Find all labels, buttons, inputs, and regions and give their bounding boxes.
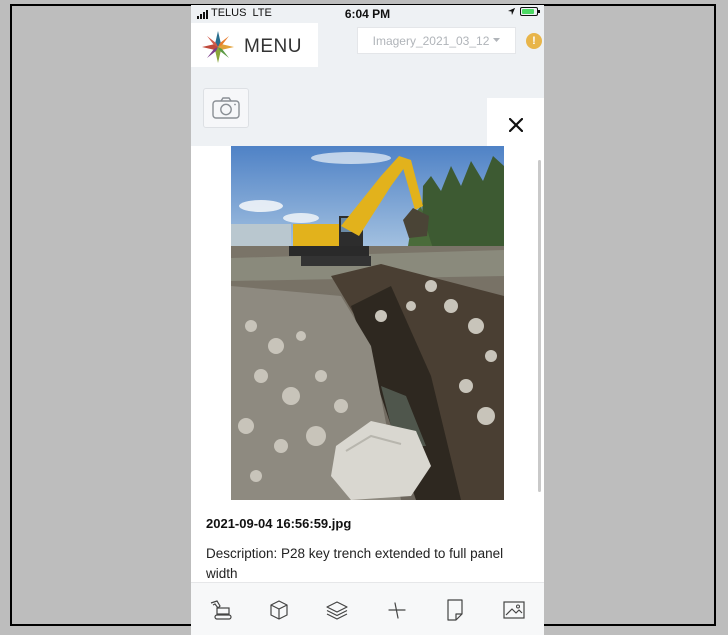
excavator-icon [210, 600, 232, 620]
location-arrow-icon [507, 7, 516, 16]
photo-description: Description: P28 key trench extended to … [206, 546, 504, 581]
excavator-tool-button[interactable] [208, 597, 234, 623]
alert-badge[interactable]: ! [526, 33, 542, 49]
measure-icon [388, 602, 406, 619]
status-time: 6:04 PM [344, 7, 391, 21]
phone-screen: TELUS LTE 6:04 PM MENU Imagery_2021_03_1… [191, 5, 544, 635]
cube-icon [270, 600, 288, 620]
photo-detail-panel: 2021-09-04 16:56:59.jpg Description: P28… [191, 146, 544, 582]
note-icon [447, 599, 463, 621]
layers-icon [326, 601, 348, 620]
imagery-select[interactable]: Imagery_2021_03_12 [357, 27, 516, 54]
bottom-toolbar [191, 582, 544, 635]
site-photo[interactable] [231, 146, 504, 500]
menu-button[interactable]: MENU [191, 23, 318, 67]
imagery-select-value: Imagery_2021_03_12 [372, 33, 490, 48]
status-bar: TELUS LTE 6:04 PM [191, 5, 544, 23]
camera-button[interactable] [203, 88, 249, 128]
layers-button[interactable] [324, 597, 350, 623]
measure-button[interactable] [384, 597, 410, 623]
photos-button[interactable] [501, 597, 527, 623]
close-icon [508, 117, 523, 132]
excavator-trench-photo [231, 146, 504, 500]
camera-icon [212, 97, 240, 119]
chevron-down-icon [493, 38, 501, 42]
photo-filename: 2021-09-04 16:56:59.jpg [206, 516, 352, 531]
close-button[interactable] [487, 98, 544, 151]
menu-label: MENU [244, 36, 302, 57]
3d-view-button[interactable] [266, 597, 292, 623]
battery-icon [520, 7, 540, 16]
app-logo-icon [202, 31, 234, 63]
image-icon [503, 601, 525, 619]
panel-scrollbar[interactable] [538, 160, 541, 492]
notes-button[interactable] [442, 597, 468, 623]
status-right [507, 7, 540, 16]
